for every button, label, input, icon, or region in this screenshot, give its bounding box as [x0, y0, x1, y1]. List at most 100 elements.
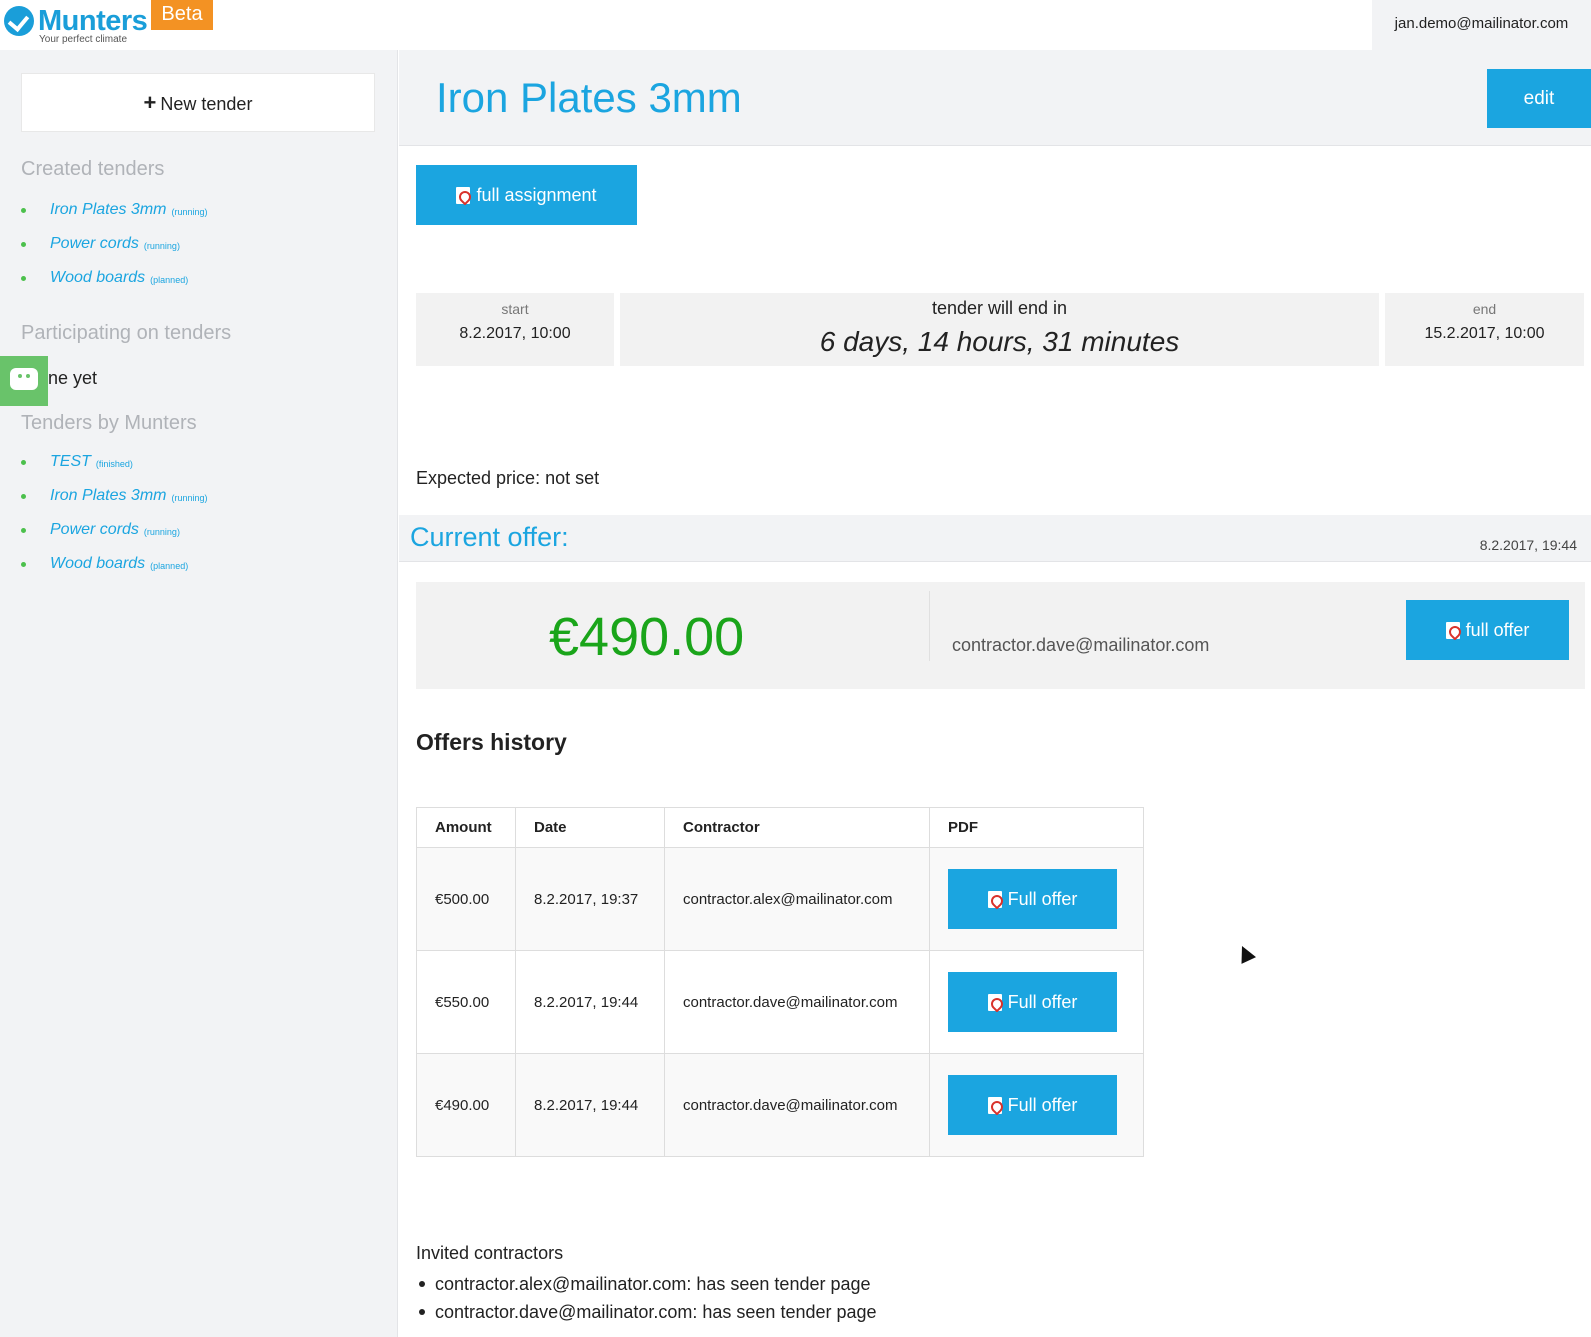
countdown-box: tender will end in 6 days, 14 hours, 31 …: [620, 293, 1379, 366]
tender-status: (finished): [95, 459, 133, 469]
full-assignment-button[interactable]: full assignment: [416, 165, 637, 225]
list-item[interactable]: Wood boards (planned): [21, 261, 208, 295]
divider: [929, 591, 930, 661]
current-offer-contractor: contractor.dave@mailinator.com: [952, 635, 1210, 655]
invited-title: Invited contractors: [416, 1243, 564, 1263]
cell-date: 8.2.2017, 19:44: [515, 950, 665, 1054]
participating-heading: Participating on tenders: [21, 322, 232, 344]
cell-date: 8.2.2017, 19:44: [515, 1053, 665, 1157]
end-box: end 15.2.2017, 10:00: [1385, 293, 1584, 366]
start-box: start 8.2.2017, 10:00: [416, 293, 614, 366]
table-row: €550.00 8.2.2017, 19:44 contractor.dave@…: [416, 950, 1144, 1054]
invited-item: contractor.dave@mailinator.com: has seen…: [435, 1301, 877, 1322]
bullet-dot: [419, 1309, 425, 1315]
cell-pdf: Full offer: [929, 950, 1144, 1054]
end-value: 15.2.2017, 10:00: [1424, 325, 1545, 342]
by-munters-heading: Tenders by Munters: [21, 412, 197, 434]
bullet-dot: [21, 527, 26, 533]
tender-link[interactable]: Iron Plates 3mm: [50, 487, 166, 505]
row-full-offer-label: Full offer: [1007, 1094, 1078, 1115]
list-item[interactable]: TEST (finished): [21, 445, 208, 479]
cell-date: 8.2.2017, 19:37: [515, 847, 665, 951]
full-assignment-label: full assignment: [476, 184, 597, 205]
cell-amount: €550.00: [416, 950, 516, 1054]
tender-link[interactable]: Wood boards: [50, 555, 145, 573]
column-header-pdf: PDF: [929, 807, 1144, 848]
table-row: €490.00 8.2.2017, 19:44 contractor.dave@…: [416, 1053, 1144, 1157]
tender-link[interactable]: Power cords: [50, 235, 139, 253]
chat-icon-smile: [27, 392, 41, 398]
title-bar: Iron Plates 3mm edit: [399, 50, 1591, 146]
current-offer-bar: Current offer: 8.2.2017, 19:44: [399, 515, 1591, 562]
sidebar: + New tender Created tenders Iron Plates …: [0, 50, 398, 1337]
current-offer-label: Current offer:: [410, 522, 569, 552]
bullet-dot: [21, 493, 26, 499]
pdf-icon: [1445, 621, 1460, 639]
tender-link[interactable]: TEST: [50, 453, 91, 471]
current-offer-box: €490.00 contractor.dave@mailinator.com f…: [416, 582, 1585, 689]
pdf-icon: [987, 890, 1002, 908]
row-full-offer-button[interactable]: Full offer: [948, 869, 1117, 929]
chat-icon: [10, 368, 41, 398]
page-title: Iron Plates 3mm: [436, 74, 742, 121]
logo-tagline: Your perfect climate: [39, 34, 128, 45]
tender-status: (planned): [150, 275, 189, 285]
row-full-offer-button[interactable]: Full offer: [948, 1075, 1117, 1135]
start-label: start: [501, 301, 529, 317]
edit-button[interactable]: edit: [1487, 69, 1591, 128]
munters-check-icon: [4, 6, 34, 36]
list-item[interactable]: Iron Plates 3mm (running): [21, 193, 208, 227]
tender-status: (running): [143, 527, 180, 537]
tender-status: (running): [171, 207, 208, 217]
column-header-amount: Amount: [416, 807, 516, 848]
tender-link[interactable]: Power cords: [50, 521, 139, 539]
participating-empty-text: ne yet: [48, 368, 98, 388]
bullet-dot: [419, 1281, 425, 1287]
cell-contractor: contractor.dave@mailinator.com: [664, 950, 930, 1054]
full-offer-label: full offer: [1465, 619, 1530, 640]
invited-contractors: Invited contractors contractor.alex@mail…: [416, 1243, 877, 1326]
expected-price: Expected price: not set: [416, 468, 600, 488]
list-item[interactable]: Power cords (running): [21, 227, 208, 261]
bullet-dot: [21, 561, 26, 567]
created-tenders-list: Iron Plates 3mm (running) Power cords (run…: [21, 193, 208, 295]
list-item[interactable]: Wood boards (planned): [21, 547, 208, 581]
tender-status: (running): [143, 241, 180, 251]
current-offer-amount: €490.00: [549, 607, 745, 667]
full-offer-button[interactable]: full offer: [1406, 600, 1569, 660]
user-email[interactable]: jan.demo@mailinator.com: [1372, 0, 1591, 50]
tender-link[interactable]: Iron Plates 3mm: [50, 201, 166, 219]
list-item[interactable]: Iron Plates 3mm (running): [21, 479, 208, 513]
list-item: contractor.alex@mailinator.com: has seen…: [416, 1270, 877, 1298]
tender-status: (running): [171, 493, 208, 503]
chat-widget-button[interactable]: [0, 356, 48, 406]
offers-history-table: Amount Date Contractor PDF €500.00 8.2.2…: [416, 807, 1144, 1157]
column-header-contractor: Contractor: [664, 807, 930, 848]
bullet-dot: [21, 207, 26, 213]
current-offer-date: 8.2.2017, 19:44: [1479, 537, 1577, 553]
invited-item: contractor.alex@mailinator.com: has seen…: [435, 1273, 871, 1294]
new-tender-label: New tender: [160, 94, 253, 114]
row-full-offer-label: Full offer: [1007, 991, 1078, 1012]
table-row: €500.00 8.2.2017, 19:37 contractor.alex@…: [416, 847, 1144, 951]
tender-link[interactable]: Wood boards: [50, 269, 145, 287]
cell-contractor: contractor.dave@mailinator.com: [664, 1053, 930, 1157]
cell-pdf: Full offer: [929, 847, 1144, 951]
cell-contractor: contractor.alex@mailinator.com: [664, 847, 930, 951]
bullet-dot: [21, 275, 26, 281]
by-munters-list: TEST (finished) Iron Plates 3mm (running) …: [21, 445, 208, 581]
start-value: 8.2.2017, 10:00: [459, 325, 571, 342]
pdf-icon: [456, 186, 471, 204]
top-bar: Munters Your perfect climate Beta jan.de…: [0, 0, 1591, 50]
list-item[interactable]: Power cords (running): [21, 513, 208, 547]
end-label: end: [1472, 301, 1497, 317]
tender-status: (planned): [150, 561, 189, 571]
row-full-offer-button[interactable]: Full offer: [948, 972, 1117, 1032]
pdf-icon: [987, 1096, 1002, 1114]
invited-list: contractor.alex@mailinator.com: has seen…: [416, 1270, 877, 1326]
new-tender-button[interactable]: + New tender: [21, 73, 375, 132]
plus-icon: +: [143, 90, 157, 115]
countdown-value: 6 days, 14 hours, 31 minutes: [819, 326, 1180, 357]
created-tenders-heading: Created tenders: [21, 158, 165, 180]
row-full-offer-label: Full offer: [1007, 888, 1078, 909]
